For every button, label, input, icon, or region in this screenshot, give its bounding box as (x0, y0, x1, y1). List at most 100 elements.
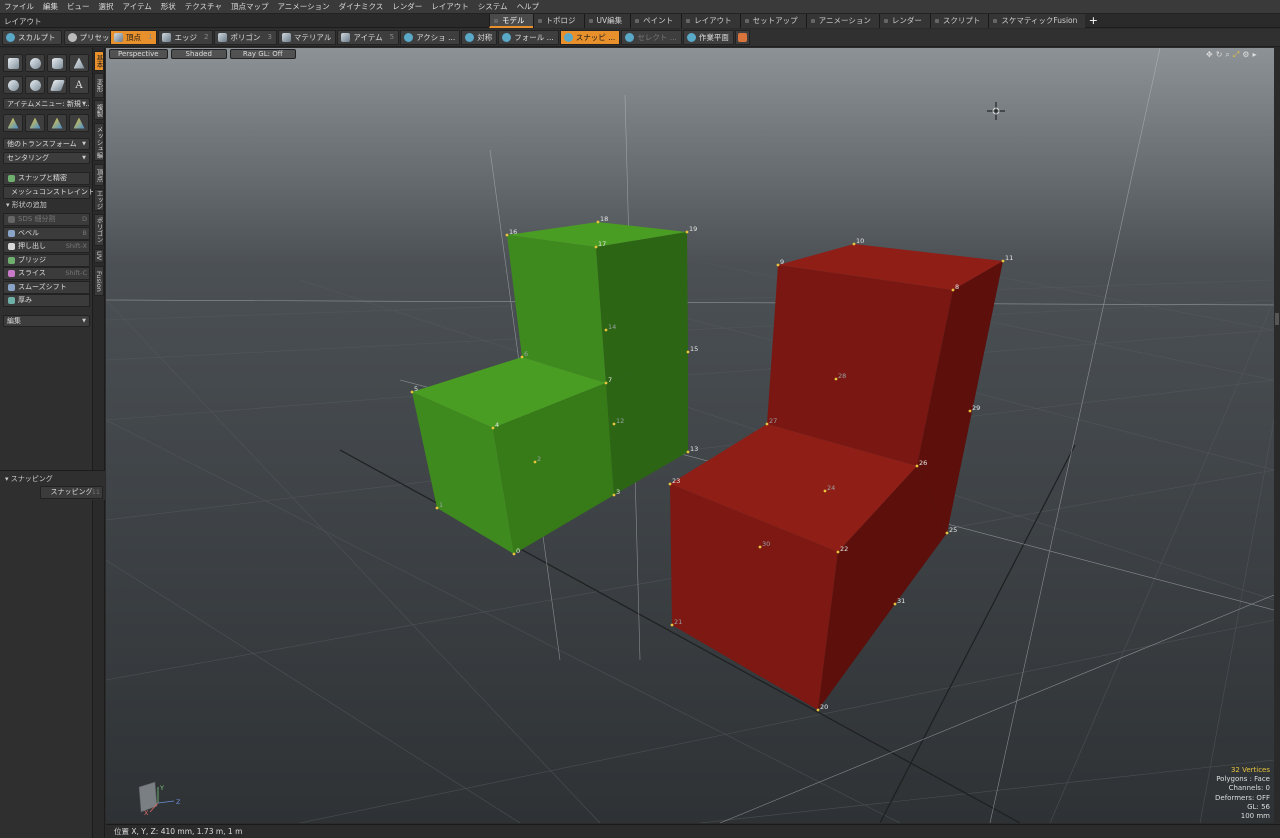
vertex-point[interactable] (612, 493, 616, 497)
vertex-point[interactable] (834, 377, 838, 381)
edit-dropdown[interactable]: 編集 (3, 315, 90, 327)
mode-button[interactable]: エッジ 2 (158, 30, 214, 45)
sphere-prim-button[interactable] (25, 54, 45, 72)
snap-precision-button[interactable]: スナップと精密 (3, 172, 90, 185)
vertex-point[interactable] (410, 390, 414, 394)
scale-tool-button[interactable] (47, 114, 67, 132)
mesh-tool-button[interactable]: SDS 細分割 D (3, 213, 90, 226)
transform-tool-button[interactable] (69, 114, 89, 132)
vertex-point[interactable] (1001, 259, 1005, 263)
menu-item[interactable]: アイテム (123, 1, 152, 12)
viewport-menu-arrow-icon[interactable]: ▸ (1252, 50, 1256, 60)
sculpt-button[interactable]: スカルプト (2, 30, 62, 45)
menu-item[interactable]: 形状 (161, 1, 176, 12)
mode-button[interactable]: ポリゴン 3 (214, 30, 277, 45)
vertical-tab[interactable]: 基本 (94, 51, 104, 71)
3d-viewport[interactable]: 0 1 2 3 4 5 6 7 8 9 10 11 12 13 14 15 16 17 18 19 20 21 22 23 24… (106, 48, 1274, 823)
layout-tab[interactable]: アニメーション (805, 14, 879, 28)
menu-item[interactable]: 選択 (99, 1, 114, 12)
raygl-toggle[interactable]: Ray GL: Off (229, 49, 296, 59)
vertex-point[interactable] (968, 409, 972, 413)
mode-button[interactable]: 対称 (461, 30, 498, 45)
vertex-point[interactable] (816, 708, 820, 712)
layout-tab[interactable]: トポロジ (532, 14, 584, 28)
menu-item[interactable]: テクスチャ (185, 1, 222, 12)
vertex-point[interactable] (512, 552, 516, 556)
mode-button[interactable]: アイテム 5 (337, 30, 400, 45)
add-shape-section[interactable]: ▾ 形状の追加 (3, 200, 90, 211)
menu-item[interactable]: 編集 (43, 1, 58, 12)
move-tool-button[interactable] (3, 114, 23, 132)
shading-dropdown[interactable]: Shaded (170, 49, 227, 59)
menu-item[interactable]: システム (478, 1, 508, 12)
menu-item[interactable]: ダイナミクス (339, 1, 384, 12)
vertical-tab[interactable]: 頂点 (94, 164, 104, 186)
vertex-point[interactable] (945, 531, 949, 535)
menu-item[interactable]: 頂点マップ (231, 1, 269, 12)
vertical-tab[interactable]: UV (94, 249, 104, 263)
viewport-scrollbar[interactable] (1274, 48, 1280, 823)
layout-tab[interactable]: ペイント (630, 14, 682, 28)
mesh-tool-button[interactable]: スライス Shift-C (3, 267, 90, 280)
snapping-toggle-button[interactable]: スナッピング F11 (40, 486, 103, 499)
text-prim-button[interactable]: A (69, 76, 89, 94)
layout-label[interactable]: レイアウト (4, 16, 42, 27)
vertex-point[interactable] (435, 506, 439, 510)
layout-tab[interactable]: スクリプト (929, 14, 989, 28)
vertex-point[interactable] (533, 460, 537, 464)
vertex-point[interactable] (852, 242, 856, 246)
fit-icon[interactable]: ⤢ (1233, 50, 1239, 60)
vertex-point[interactable] (686, 450, 690, 454)
vertex-point[interactable] (776, 263, 780, 267)
vertical-tab[interactable]: ポリゴン (94, 214, 104, 246)
vertical-tab[interactable]: Fusion (94, 266, 104, 296)
menu-item[interactable]: ヘルプ (517, 1, 540, 12)
other-transform-dropdown[interactable]: 他のトランスフォーム (3, 138, 90, 150)
vertex-point[interactable] (668, 482, 672, 486)
mode-button[interactable]: 頂点 1 (110, 30, 158, 45)
mesh-tool-button[interactable]: 厚み (3, 294, 90, 307)
layout-tab[interactable]: UV編集 (583, 14, 631, 28)
vertex-point[interactable] (836, 550, 840, 554)
mesh-tool-button[interactable]: 押し出し Shift-X (3, 240, 90, 253)
menu-item[interactable]: アニメーション (277, 1, 329, 12)
vertex-point[interactable] (596, 220, 600, 224)
torus-prim-button[interactable] (3, 76, 23, 94)
vertex-point[interactable] (604, 381, 608, 385)
mesh-tool-button[interactable]: スムーズシフト (3, 280, 90, 294)
menu-item[interactable]: レンダー (392, 1, 422, 12)
mode-button[interactable]: 作業平面 (682, 30, 734, 45)
vertex-point[interactable] (951, 288, 955, 292)
cone-prim-button[interactable] (69, 54, 89, 72)
mesh-tool-button[interactable]: ブリッジ (3, 253, 90, 267)
vertex-point[interactable] (765, 422, 769, 426)
vertex-point[interactable] (520, 355, 524, 359)
layout-tab[interactable]: モデル (489, 14, 533, 28)
vertex-point[interactable] (594, 245, 598, 249)
capsule-prim-button[interactable] (25, 76, 45, 94)
viewport-canvas[interactable]: 0123456789101112131415161718192021222324… (106, 48, 1274, 823)
vertical-tab[interactable]: 変形 (94, 73, 104, 98)
vertex-point[interactable] (893, 602, 897, 606)
vertical-tab[interactable]: エッジ (94, 189, 104, 211)
vertex-point[interactable] (604, 328, 608, 332)
vertex-point[interactable] (491, 426, 495, 430)
orbit-icon[interactable]: ↻ (1216, 50, 1223, 60)
layout-tab[interactable]: レイアウト (681, 14, 740, 28)
menu-item[interactable]: レイアウト (431, 1, 469, 12)
vertical-tab[interactable]: 複製 (94, 100, 104, 120)
mesh-tool-button[interactable]: ベベル B (3, 226, 90, 240)
pan-icon[interactable]: ✥ (1206, 50, 1213, 60)
plane-prim-button[interactable] (47, 76, 67, 94)
cylinder-prim-button[interactable] (47, 54, 67, 72)
add-tab-button[interactable]: + (1085, 14, 1101, 28)
layout-tab[interactable]: セットアップ (739, 14, 806, 28)
mode-button[interactable]: マテリアル (277, 30, 337, 45)
rotate-tool-button[interactable] (25, 114, 45, 132)
centering-dropdown[interactable]: センタリング (3, 152, 90, 164)
vertical-tab[interactable]: メッシュ編集 (94, 123, 104, 161)
mode-button[interactable]: スナッピ ... (559, 30, 621, 45)
vertex-point[interactable] (670, 623, 674, 627)
snapping-header[interactable]: ▾ スナッピング (2, 474, 89, 485)
layout-tab[interactable]: スケマティックFusion (988, 14, 1086, 28)
